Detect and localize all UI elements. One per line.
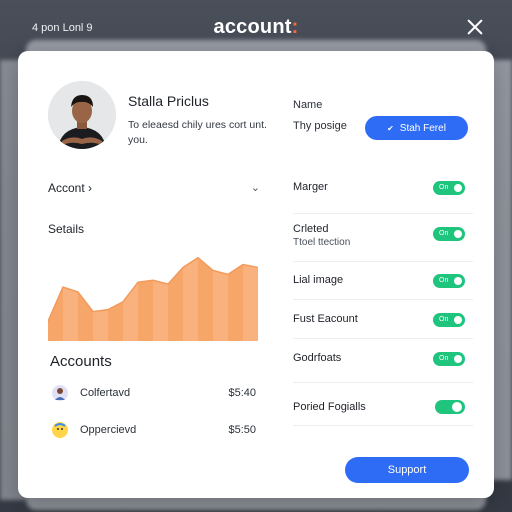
chart-area-segment xyxy=(48,287,63,341)
divider xyxy=(293,338,473,339)
setting-row: Marger On xyxy=(293,181,473,214)
app-title-suffix: : xyxy=(291,16,299,38)
toggle-switch[interactable]: On xyxy=(433,181,465,195)
chevron-right-icon: › xyxy=(88,181,93,195)
toggle-switch[interactable]: On xyxy=(433,227,465,241)
type-label: Thy posige xyxy=(293,120,347,132)
toggle-switch[interactable] xyxy=(435,400,465,414)
chart-area-segment xyxy=(138,280,153,341)
account-dropdown-label: Accont › xyxy=(48,181,92,195)
account-name: Colfertavd xyxy=(80,387,131,399)
setting-row: Fust Eacount On xyxy=(293,313,473,339)
support-button[interactable]: Support xyxy=(345,457,469,483)
chart-area-segment xyxy=(168,267,183,341)
account-row[interactable]: Oppercievd $5:50 xyxy=(52,420,256,440)
toggle-text: On xyxy=(439,316,449,323)
toggle-text: On xyxy=(439,355,449,362)
chevron-down-icon: ⌄ xyxy=(250,182,260,194)
account-amount: $5:50 xyxy=(228,424,256,436)
account-name: Oppercievd xyxy=(80,424,137,436)
app-title-text: account xyxy=(213,16,292,38)
toggle-switch[interactable]: On xyxy=(433,352,465,366)
toggle-knob xyxy=(454,316,462,324)
toggle-knob xyxy=(452,402,462,412)
divider xyxy=(293,261,473,262)
chart-area-segment xyxy=(153,280,168,341)
account-dropdown[interactable]: Accont › ⌄ xyxy=(48,179,260,197)
user-description: To eleaesd chily ures cort unt. you. xyxy=(128,119,267,146)
account-row[interactable]: Colfertavd $5:40 xyxy=(52,383,256,403)
emoji-icon xyxy=(52,422,68,438)
toggle-knob xyxy=(454,230,462,238)
setting-row: Lial image On xyxy=(293,274,473,300)
divider xyxy=(293,425,473,426)
setting-row: Poried Fogialls xyxy=(293,400,473,426)
chart-area-segment xyxy=(198,257,213,341)
toggle-text: On xyxy=(439,184,449,191)
app-title: account: xyxy=(0,16,512,39)
divider xyxy=(293,299,473,300)
setting-row: Crleted Ttoel ttection On xyxy=(293,223,473,262)
chart-area-segment xyxy=(228,264,243,341)
divider xyxy=(293,213,473,214)
toggle-knob xyxy=(454,355,462,363)
person-icon xyxy=(52,385,68,401)
close-icon[interactable] xyxy=(466,18,484,36)
avatar xyxy=(48,81,116,149)
chart-area-segment xyxy=(183,257,198,341)
toggle-switch[interactable]: On xyxy=(433,274,465,288)
chart-area-segment xyxy=(213,270,228,341)
primary-button-label: Stah Ferel xyxy=(399,122,446,134)
toggle-text: On xyxy=(439,230,449,237)
toggle-knob xyxy=(454,277,462,285)
chart-area-segment xyxy=(63,287,78,341)
name-label: Name xyxy=(293,99,323,111)
avatar-image xyxy=(48,81,116,149)
setting-row: Godrfoats On xyxy=(293,352,473,383)
divider xyxy=(293,382,473,383)
account-dropdown-text: Accont xyxy=(48,181,85,195)
stats-label: Setails xyxy=(48,222,85,236)
top-bar: 4 pon Lonl 9 account: xyxy=(0,0,512,52)
toggle-knob xyxy=(454,184,462,192)
area-chart xyxy=(48,256,258,341)
accounts-title: Accounts xyxy=(50,353,112,370)
user-name: Stalla Priclus xyxy=(128,93,209,109)
primary-button[interactable]: ✔ Stah Ferel xyxy=(365,116,468,140)
chart-area-segment xyxy=(93,309,108,341)
toggle-text: On xyxy=(439,277,449,284)
chart-area-segment xyxy=(243,264,258,341)
account-amount: $5:40 xyxy=(228,387,256,399)
check-icon: ✔ xyxy=(387,123,394,133)
chart-area-segment xyxy=(78,292,93,341)
toggle-switch[interactable]: On xyxy=(433,313,465,327)
account-dialog: Stalla Priclus To eleaesd chily ures cor… xyxy=(18,51,494,498)
